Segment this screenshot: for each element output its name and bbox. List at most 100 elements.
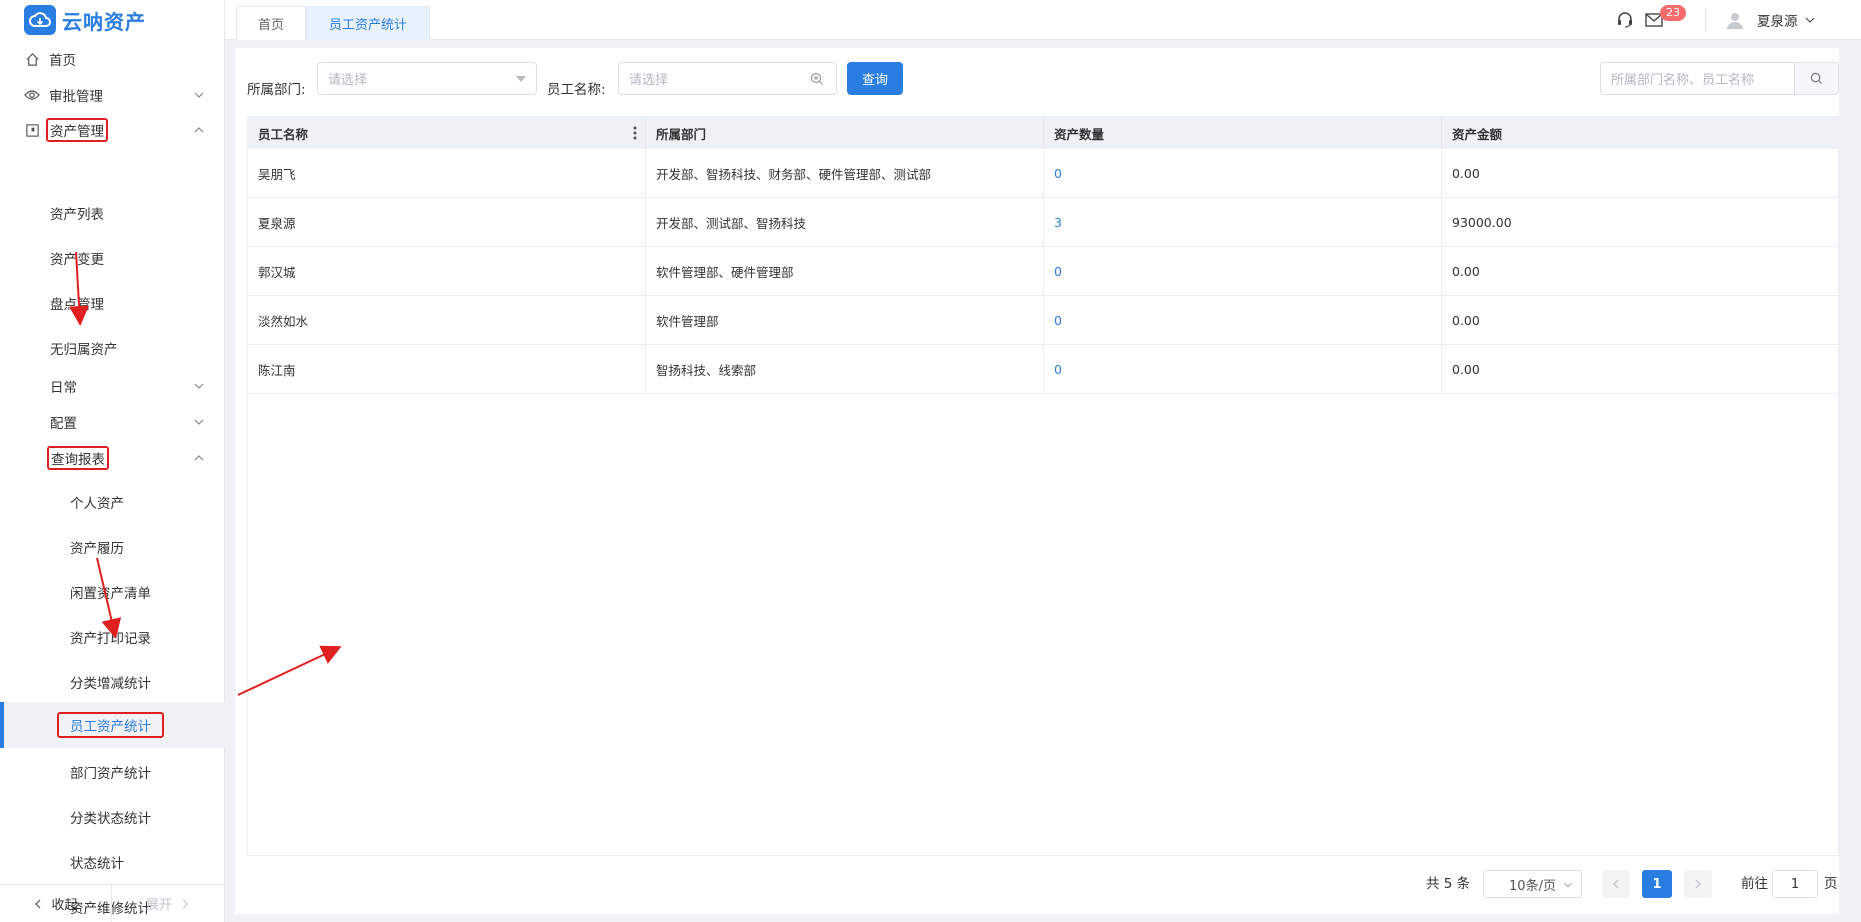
expand-label: 展开 — [145, 898, 172, 913]
sidebar-item-unassigned-assets[interactable]: 无归属资产 — [0, 328, 225, 368]
cell-amount: 0.00 — [1452, 166, 1480, 181]
sidebar-item-print-records[interactable]: 资产打印记录 — [0, 617, 225, 657]
sidebar: 云呐资产 首页 审批管理 资产管理 资产列表 资产变更 盘点管理 无归属资产 日… — [0, 0, 225, 922]
table-row: 郭汉城 软件管理部、硬件管理部 0 0.00 — [248, 247, 1838, 296]
column-header-count[interactable]: 资产数量 — [1044, 117, 1442, 149]
app-logo[interactable]: 云呐资产 — [0, 0, 224, 40]
cell-amount: 0.00 — [1452, 362, 1480, 377]
sidebar-item-label: 部门资产统计 — [70, 766, 151, 782]
cell-count-link[interactable]: 0 — [1044, 247, 1442, 296]
prev-page-button[interactable] — [1602, 870, 1630, 898]
sidebar-item-daily[interactable]: 日常 — [0, 368, 225, 404]
chevron-down-icon — [194, 92, 204, 98]
sidebar-item-label: 盘点管理 — [50, 297, 104, 313]
employee-filter-label: 员工名称: — [547, 82, 606, 98]
table-row: 吴朋飞 开发部、智扬科技、财务部、硬件管理部、测试部 0 0.00 — [248, 149, 1838, 198]
sidebar-item-label: 分类状态统计 — [70, 811, 151, 827]
sidebar-item-asset-management[interactable]: 资产管理 — [0, 112, 225, 148]
sidebar-item-personal-assets[interactable]: 个人资产 — [0, 482, 225, 522]
sidebar-item-inventory[interactable]: 盘点管理 — [0, 283, 225, 323]
dept-select[interactable]: 请选择 — [317, 62, 537, 95]
search-icon — [1810, 72, 1823, 85]
column-header-employee[interactable]: 员工名称 — [248, 117, 646, 149]
employee-select[interactable]: 请选择 — [618, 62, 837, 95]
column-header-amount[interactable]: 资产金额 — [1442, 117, 1838, 149]
sidebar-item-dept-asset-stats[interactable]: 部门资产统计 — [0, 752, 225, 792]
sidebar-item-asset-history[interactable]: 资产履历 — [0, 527, 225, 567]
cell-department: 软件管理部 — [646, 296, 1044, 345]
more-vertical-icon[interactable] — [633, 126, 637, 140]
header-divider — [1705, 8, 1706, 32]
cell-department: 开发部、测试部、智扬科技 — [646, 198, 1044, 247]
sidebar-item-label: 状态统计 — [70, 856, 124, 872]
table-row: 夏泉源 开发部、测试部、智扬科技 3 93000.00 — [248, 198, 1838, 247]
chevron-left-icon — [35, 899, 41, 908]
sidebar-item-label: 日常 — [50, 380, 77, 396]
sidebar-item-idle-assets[interactable]: 闲置资产清单 — [0, 572, 225, 612]
sidebar-item-label: 个人资产 — [70, 496, 124, 512]
table-row: 陈江南 智扬科技、线索部 0 0.00 — [248, 345, 1838, 394]
cell-department: 智扬科技、线索部 — [646, 345, 1044, 394]
user-menu[interactable]: 夏泉源 — [1725, 0, 1816, 40]
column-header-department[interactable]: 所属部门 — [646, 117, 1044, 149]
sidebar-item-label: 资产打印记录 — [70, 631, 151, 647]
goto-suffix: 页 — [1824, 876, 1838, 892]
page-button-current[interactable]: 1 — [1642, 870, 1672, 898]
support-button[interactable] — [1616, 0, 1634, 40]
table-header: 员工名称 所属部门 资产数量 资产金额 — [248, 117, 1838, 149]
avatar-icon — [1727, 13, 1743, 29]
column-header-label: 资产金额 — [1452, 126, 1503, 142]
messages-button[interactable] — [1645, 0, 1663, 40]
cell-count-link[interactable]: 0 — [1044, 149, 1442, 198]
sidebar-item-asset-list[interactable]: 资产列表 — [0, 193, 225, 233]
next-page-button[interactable] — [1684, 870, 1712, 898]
chevron-down-icon — [1564, 882, 1572, 888]
chevron-up-icon — [194, 127, 204, 133]
collapse-label: 收起 — [51, 898, 78, 913]
keyword-search-input[interactable]: 所属部门名称、员工名称 — [1600, 62, 1795, 95]
asset-icon — [24, 122, 40, 138]
eye-icon — [24, 87, 40, 103]
page-size-label: 10条/页 — [1509, 878, 1556, 894]
cloud-logo-icon — [24, 5, 56, 35]
sidebar-item-reports[interactable]: 查询报表 — [0, 440, 225, 476]
sidebar-item-home[interactable]: 首页 — [0, 40, 225, 78]
headset-icon — [1618, 12, 1632, 28]
goto-page-input[interactable]: 1 — [1772, 870, 1818, 898]
sidebar-item-category-status-stats[interactable]: 分类状态统计 — [0, 797, 225, 837]
cell-count-link[interactable]: 3 — [1044, 198, 1442, 247]
caret-down-icon — [516, 76, 526, 82]
tab-home[interactable]: 首页 — [236, 6, 306, 40]
dept-select-placeholder: 请选择 — [328, 73, 368, 88]
cell-count-link[interactable]: 0 — [1044, 345, 1442, 394]
expand-button[interactable]: 展开 — [112, 885, 224, 922]
sidebar-item-asset-change[interactable]: 资产变更 — [0, 238, 225, 278]
column-header-label: 资产数量 — [1054, 126, 1105, 142]
dept-filter-label: 所属部门: — [247, 82, 306, 98]
sidebar-item-label: 资产履历 — [70, 541, 124, 557]
sidebar-item-status-stats[interactable]: 状态统计 — [0, 842, 225, 882]
collapse-button[interactable]: 收起 — [0, 885, 112, 922]
table-row: 淡然如水 软件管理部 0 0.00 — [248, 296, 1838, 345]
username: 夏泉源 — [1757, 14, 1798, 30]
sidebar-item-approval[interactable]: 审批管理 — [0, 78, 225, 112]
cell-employee: 夏泉源 — [248, 198, 646, 247]
cell-amount: 93000.00 — [1452, 215, 1512, 230]
sidebar-item-label: 分类增减统计 — [70, 676, 151, 692]
tab-employee-asset-stats[interactable]: 员工资产统计 — [306, 6, 430, 40]
query-button[interactable]: 查询 — [847, 62, 903, 95]
cell-employee: 陈江南 — [248, 345, 646, 394]
tab-label: 首页 — [257, 18, 284, 33]
keyword-search-button[interactable] — [1794, 62, 1839, 95]
cell-count-link[interactable]: 0 — [1044, 296, 1442, 345]
home-icon — [24, 51, 40, 67]
sidebar-item-employee-asset-stats[interactable]: 员工资产统计 — [0, 702, 225, 748]
chevron-left-icon — [1613, 879, 1619, 889]
sidebar-item-config[interactable]: 配置 — [0, 404, 225, 440]
cell-employee: 吴朋飞 — [248, 149, 646, 198]
chevron-down-icon — [194, 419, 204, 425]
page-size-select[interactable]: 10条/页 — [1483, 870, 1582, 898]
employee-select-placeholder: 请选择 — [629, 73, 669, 88]
sidebar-item-category-change-stats[interactable]: 分类增减统计 — [0, 662, 225, 702]
sidebar-item-label: 资产变更 — [50, 252, 104, 268]
